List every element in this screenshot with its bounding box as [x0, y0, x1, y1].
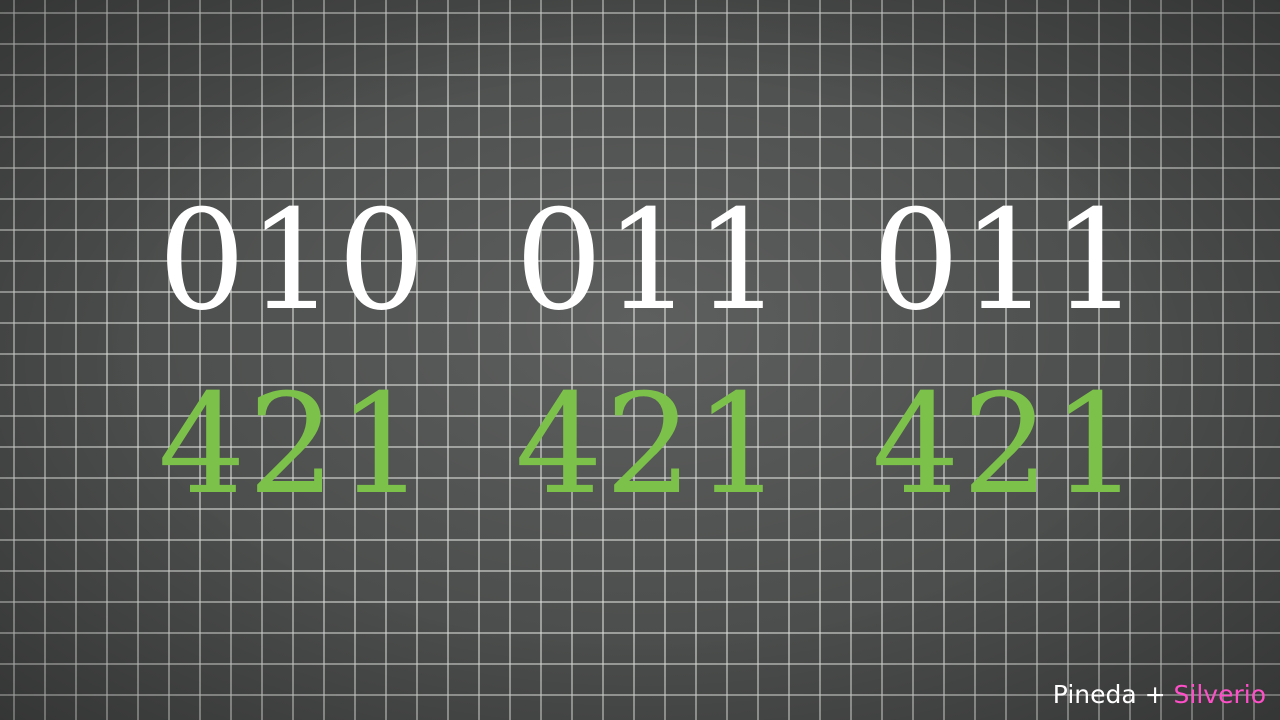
binary-row: 010 011 011 — [0, 180, 1280, 341]
weight-group-3: 421 — [872, 364, 1142, 525]
binary-group-2: 011 — [515, 180, 785, 341]
weights-row: 421 421 421 — [0, 364, 1280, 525]
chalkboard: 010 011 011 421 421 421 Pineda + Silveri… — [0, 0, 1280, 720]
weight-group-1: 421 — [158, 364, 428, 525]
binary-group-1: 010 — [158, 180, 428, 341]
weight-group-2: 421 — [515, 364, 785, 525]
credit-watermark: Pineda + Silverio — [1053, 680, 1266, 710]
binary-group-3: 011 — [872, 180, 1142, 341]
credit-second: Silverio — [1173, 680, 1266, 709]
credit-first: Pineda + — [1052, 680, 1174, 709]
